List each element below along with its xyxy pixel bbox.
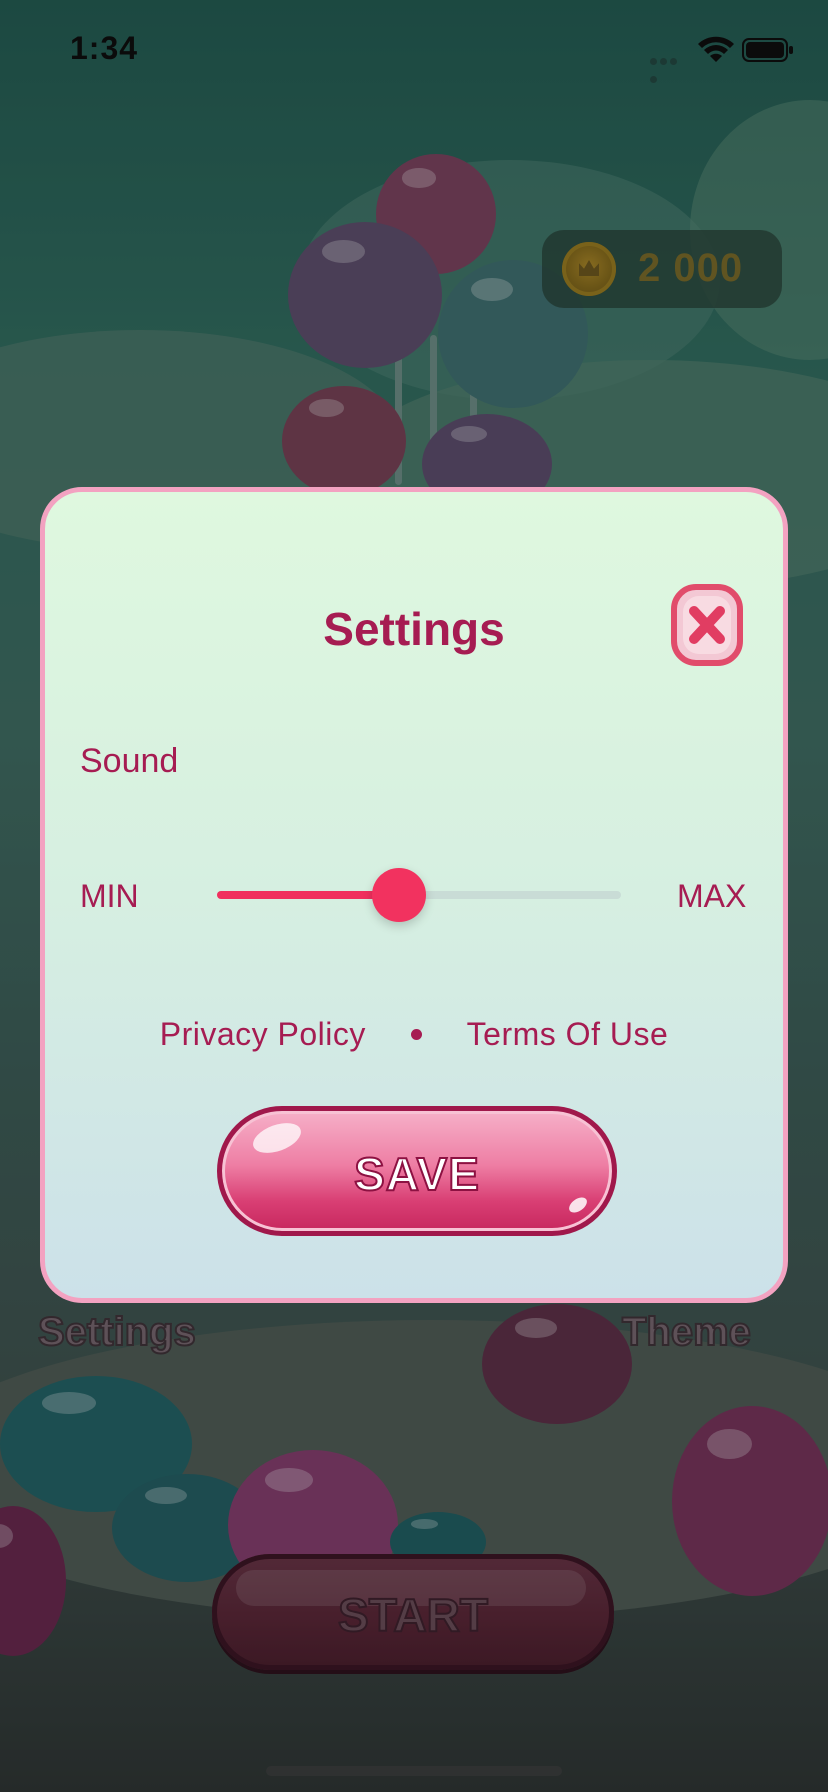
- sound-label: Sound: [80, 742, 179, 780]
- close-icon: [671, 584, 743, 666]
- settings-dialog: Settings Sound MIN MAX Privacy Policy Te…: [40, 487, 788, 1303]
- volume-min-label: MIN: [80, 878, 139, 914]
- signal-icon: [650, 52, 688, 83]
- legal-links: Privacy Policy Terms Of Use: [45, 1014, 783, 1054]
- save-button[interactable]: SAVE: [217, 1106, 617, 1236]
- volume-max-label: MAX: [677, 878, 747, 914]
- battery-icon: [742, 38, 793, 62]
- separator-dot: [410, 1029, 422, 1041]
- close-button[interactable]: [671, 584, 743, 666]
- status-bar: 1:34: [0, 0, 828, 100]
- slider-thumb[interactable]: [372, 868, 426, 922]
- privacy-policy-link[interactable]: Privacy Policy: [160, 1016, 366, 1053]
- status-time: 1:34: [70, 30, 139, 66]
- volume-slider[interactable]: [217, 864, 621, 926]
- save-button-label: SAVE: [353, 1147, 480, 1201]
- terms-of-use-link[interactable]: Terms Of Use: [467, 1016, 669, 1053]
- wifi-icon: [698, 36, 734, 62]
